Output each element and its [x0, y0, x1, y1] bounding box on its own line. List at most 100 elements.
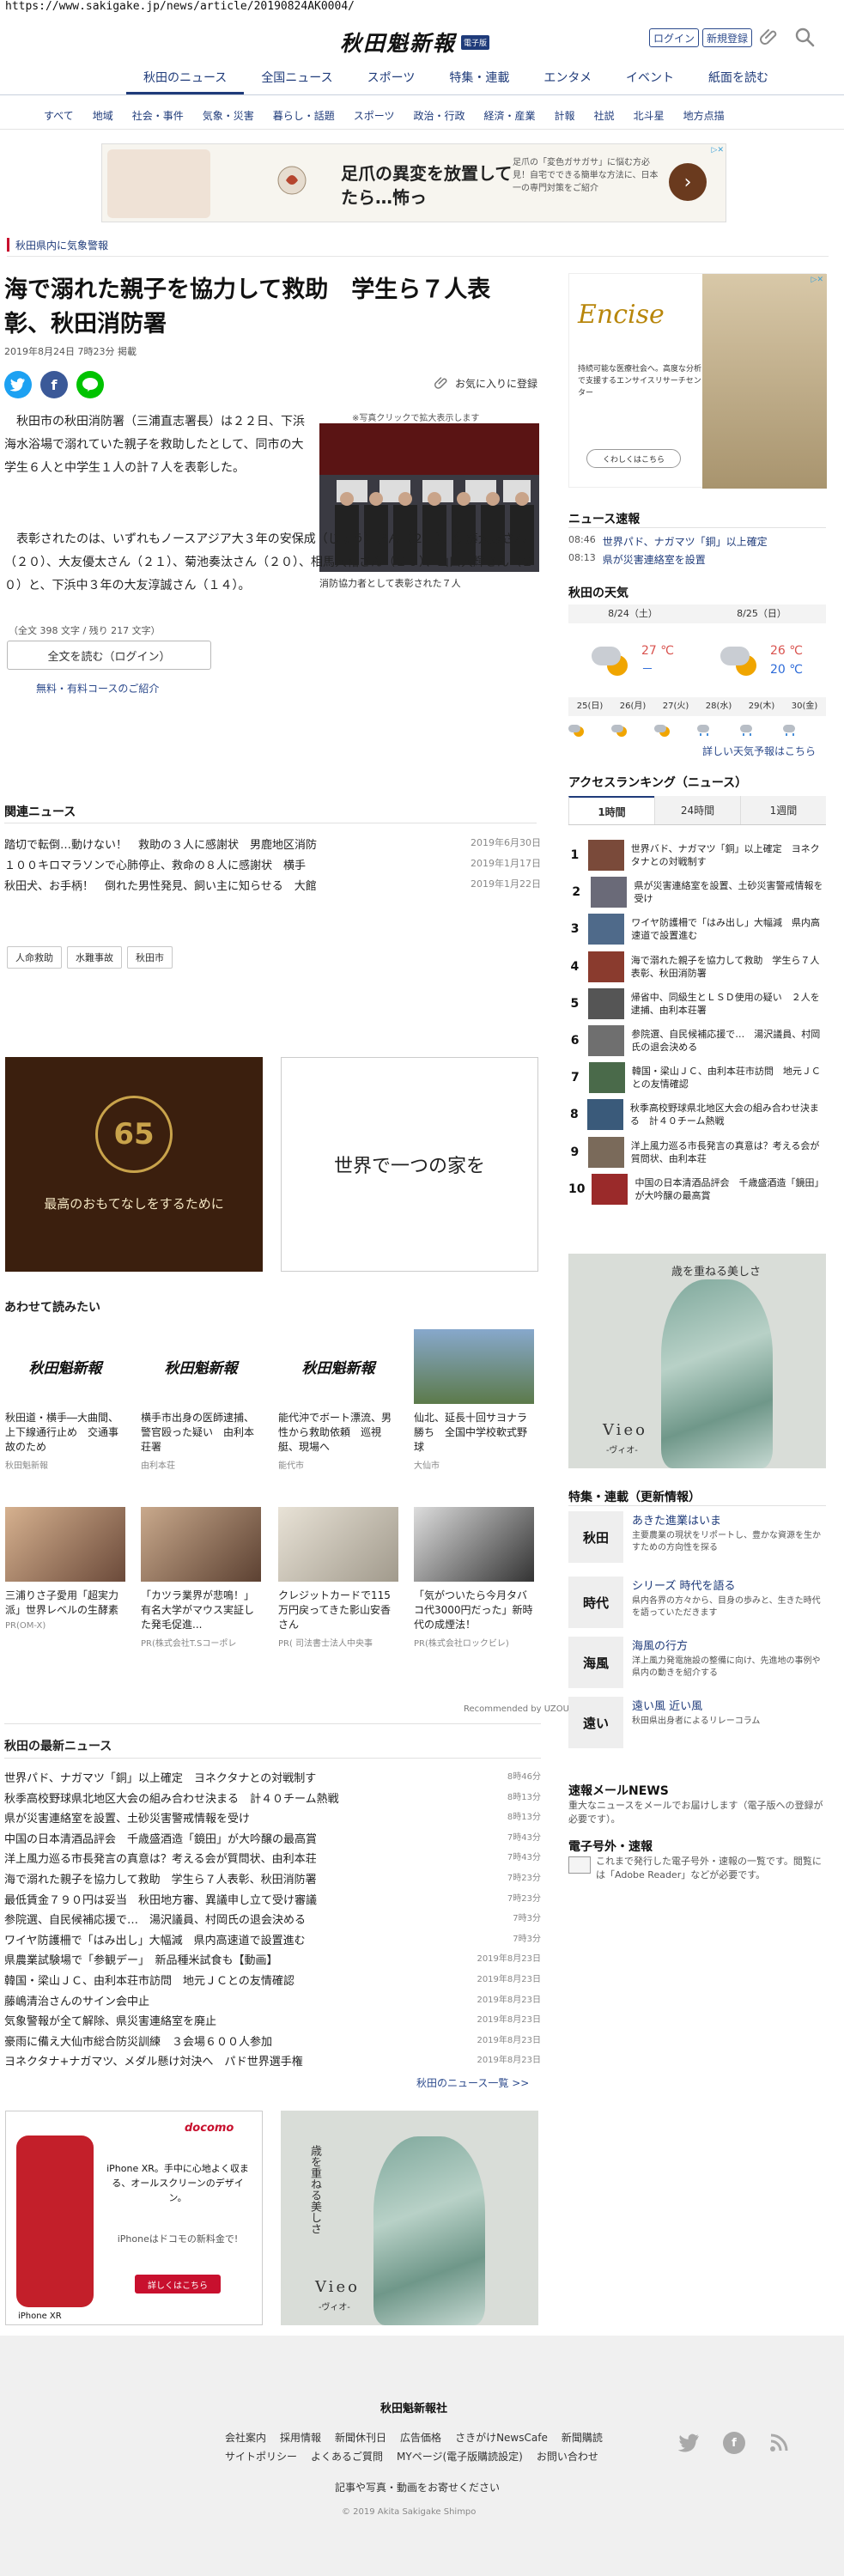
sub-nav-item[interactable]: 政治・行政	[404, 108, 475, 123]
read-full-button[interactable]: 全文を読む（ログイン）	[7, 641, 211, 670]
ad-cta-button[interactable]: 詳しくはこちら	[135, 2275, 221, 2293]
main-nav-events[interactable]: イベント	[609, 62, 691, 94]
latest-news-item[interactable]: 藤嶋清治さんのサイン会中止 2019年8月23日	[4, 1992, 541, 2008]
latest-news-more-link[interactable]: 秋田のニュース一覧 >>	[416, 2075, 529, 2090]
weather-detail-link[interactable]: 詳しい天気予報はこちら	[702, 744, 816, 758]
footer-submit-link[interactable]: 記事や写真・動画をお寄せください	[335, 2480, 500, 2494]
latest-news-item[interactable]: 参院選、自民候補応援で… 湯沢議員、村岡氏の退会決める 7時3分	[4, 1911, 541, 1927]
weather-alert-bar[interactable]: 秋田県内に気象警報	[7, 236, 539, 253]
ranking-tab-1w[interactable]: 1週間	[740, 796, 826, 824]
paperclip-icon[interactable]	[760, 27, 780, 47]
feature-item[interactable]: 秋田 あきた進業はいま 主要農業の現状をリポートし、豊かな資源を生かすための方向性を…	[568, 1511, 826, 1563]
breaking-news-item[interactable]: 08:46 世界パド、ナガマツ「銅」以上確定	[568, 534, 768, 549]
latest-news-item[interactable]: ヨネクタナ+ナガマツ、メダル懸け対決へ パド世界選手権 2019年8月23日	[4, 2052, 541, 2069]
latest-news-item[interactable]: 県が災害連絡室を設置、土砂災害警戒情報を受け 8時13分	[4, 1809, 541, 1826]
ranking-tab-1h[interactable]: 1時間	[568, 796, 654, 824]
suzuki-ad[interactable]: 65 最高のおもてなしをするために	[5, 1057, 263, 1272]
sub-nav-item[interactable]: 気象・災害	[193, 108, 264, 123]
ad-cta-button[interactable]: くわしくはこちら	[586, 449, 681, 468]
sub-nav-item[interactable]: 地方点描	[674, 108, 734, 123]
encise-ad[interactable]: Encise 持続可能な医療社会へ。高度な分析で支援するエンサイスリサーチセンタ…	[568, 273, 827, 489]
rss-icon[interactable]	[768, 2432, 790, 2454]
footer-link[interactable]: さきがけNewsCafe	[455, 2430, 548, 2445]
footer-link[interactable]: 会社案内	[225, 2430, 266, 2445]
latest-news-item[interactable]: ワイヤ防護柵で「はみ出し」大幅減 県内高速道で設置進む 7時3分	[4, 1931, 541, 1947]
ranking-item[interactable]: 6 参院選、自民候補応援で… 湯沢議員、村岡氏の退会決める	[568, 1024, 826, 1058]
ad-choices-icon[interactable]: ▷✕	[712, 146, 724, 155]
tag[interactable]: 秋田市	[127, 946, 173, 969]
main-nav-sports[interactable]: スポーツ	[350, 62, 433, 94]
breaking-news-item[interactable]: 08:13 県が災害連絡室を設置	[568, 552, 706, 567]
sub-nav-item[interactable]: スポーツ	[344, 108, 404, 123]
tag[interactable]: 人命救助	[7, 946, 62, 969]
line-share-button[interactable]	[76, 371, 104, 398]
sub-nav-item[interactable]: すべて	[34, 108, 83, 123]
footer-link[interactable]: 新聞休刊日	[335, 2430, 386, 2445]
ranking-item[interactable]: 9 洋上風力巡る市長発言の真意は？考える会が質問状、由利本荘	[568, 1135, 826, 1170]
sub-nav-item[interactable]: 暮らし・話題	[264, 108, 344, 123]
twitter-share-button[interactable]	[4, 371, 32, 398]
course-info-link[interactable]: 無料・有料コースのご紹介	[36, 681, 159, 696]
alert-text[interactable]: 秋田県内に気象警報	[15, 238, 108, 252]
docomo-iphone-ad[interactable]: docomo iPhone XR。手中に心地よく収まる、オールスクリーンのデザイ…	[5, 2111, 263, 2325]
latest-news-item[interactable]: 世界パド、ナガマツ「銅」以上確定 ヨネクタナとの対戦制す 8時46分	[4, 1769, 541, 1785]
ranking-item[interactable]: 8 秋季高校野球県北地区大会の組み合わせ決まる 計４０チーム熱戦	[568, 1097, 826, 1132]
latest-news-item[interactable]: 気象警報が全て解除、県災害連絡室を廃止 2019年8月23日	[4, 2012, 541, 2028]
ranking-item[interactable]: 10 中国の日本清酒品評会 千歳盛酒造「鏡田」が大吟醸の最高賞	[568, 1172, 826, 1206]
feature-item[interactable]: 時代 シリーズ 時代を語る 県内各界の方々から、目身の歩みと、生きた時代を語っていた…	[568, 1577, 826, 1628]
latest-news-item[interactable]: 韓国・梁山ＪＣ、由利本荘市訪問 地元ＪＣとの友情確認 2019年8月23日	[4, 1971, 541, 1988]
latest-news-item[interactable]: 洋上風力巡る市長発言の真意は？考える会が質問状、由利本荘 7時43分	[4, 1850, 541, 1866]
feature-item[interactable]: 海風 海風の行方 洋上風力発電施設の整備に向け、先進地の事例や県内の動きを紹介する	[568, 1637, 826, 1688]
favorite-button[interactable]: お気に入りに登録	[434, 375, 537, 391]
footer-link[interactable]: 採用情報	[280, 2430, 321, 2445]
sub-nav-item[interactable]: 計報	[545, 108, 585, 123]
footer-link[interactable]: 広告価格	[400, 2430, 441, 2445]
sub-nav-item[interactable]: 地域	[83, 108, 123, 123]
latest-news-item[interactable]: 中国の日本清酒品評会 千歳盛酒造「鏡田」が大吟醸の最高賞 7時43分	[4, 1830, 541, 1846]
extra-edition-title[interactable]: 電子号外・速報	[568, 1838, 653, 1855]
footer-link[interactable]: お問い合わせ	[537, 2449, 598, 2464]
ranking-item[interactable]: 1 世界バド、ナガマツ「銅」以上確定 ヨネクタナとの対戦制す	[568, 838, 826, 872]
login-button[interactable]: ログイン	[649, 28, 699, 47]
footer-link[interactable]: MYページ(電子版購読設定)	[397, 2449, 523, 2464]
recommend-card[interactable]: 仙北、延長十回サヨナラ勝ち 全国中学校軟式野球 大仙市	[414, 1329, 534, 1471]
main-nav-akita[interactable]: 秋田のニュース	[126, 62, 245, 94]
latest-news-item[interactable]: 秋季高校野球県北地区大会の組み合わせ決まる 計４０チーム熱戦 8時13分	[4, 1789, 541, 1806]
related-news-item[interactable]: 秋田犬、お手柄！ 倒れた男性発見、飼い主に知らせる 大館 2019年1月22日	[4, 877, 541, 893]
recommend-card[interactable]: 秋田魁新報 能代沖でボート漂流、男性から救助依頼 巡視艇、現場へ 能代市	[278, 1329, 398, 1471]
vieo-ad[interactable]: 歳を重ねる美しさ Vieo -ヴィオ-	[281, 2111, 538, 2325]
recommend-card[interactable]: 「カツラ業界が悲鳴！」有名大学がマウス実証した発毛促進... PR(株式会社T.…	[141, 1507, 261, 1649]
sub-nav-item[interactable]: 経済・産業	[475, 108, 545, 123]
main-nav-paper[interactable]: 紙面を読む	[691, 62, 786, 94]
ranking-tab-24h[interactable]: 24時間	[654, 796, 740, 824]
recommend-card[interactable]: クレジットカードで115万円戻ってきた影山安香さん PR( 司法書士法人中央事	[278, 1507, 398, 1649]
ad-arrow-icon[interactable]: ›	[669, 163, 707, 201]
recommend-card[interactable]: 三浦りさ子愛用「超実力派」世界レベルの生酵素 PR(OM-X)	[5, 1507, 125, 1631]
twitter-icon[interactable]	[678, 2432, 701, 2454]
banner-ad[interactable]: 足爪の異変を放置してたら…怖っ 足爪の「変色ガサガサ」に悩む方必見！自宅でできる…	[101, 143, 726, 222]
latest-news-item[interactable]: 最低賃金７９０円は妥当 秋田地方審、異議申し立て受け審議 7時23分	[4, 1891, 541, 1907]
search-icon[interactable]	[794, 27, 815, 47]
ad-choices-icon[interactable]: ▷✕	[811, 276, 823, 284]
ranking-item[interactable]: 7 韓国・梁山ＪＣ、由利本荘市訪問 地元ＪＣとの友情確認	[568, 1060, 826, 1095]
feature-item[interactable]: 遠い 遠い風 近い風 秋田県出身者によるリレーコラム	[568, 1697, 826, 1748]
sub-nav-item[interactable]: 北斗星	[624, 108, 674, 123]
site-logo[interactable]: 秋田魁新報 電子版	[340, 27, 493, 57]
main-nav-features[interactable]: 特集・連載	[432, 62, 526, 94]
latest-news-item[interactable]: 海で溺れた親子を協力して救助 学生ら７人表彰、秋田消防署 7時23分	[4, 1870, 541, 1886]
footer-link[interactable]: よくあるご質問	[311, 2449, 383, 2464]
ranking-item[interactable]: 3 ワイヤ防護柵で「はみ出し」大幅減 県内高速道で設置進む	[568, 912, 826, 946]
sub-nav-item[interactable]: 社会・事件	[123, 108, 193, 123]
latest-news-item[interactable]: 県農業試験場で「参観デー」 新品種米試食も【動画】 2019年8月23日	[4, 1951, 541, 1967]
mail-news-title[interactable]: 速報メールNEWS	[568, 1782, 669, 1799]
related-news-item[interactable]: 踏切で転倒…動けない！ 救助の３人に感謝状 男鹿地区消防 2019年6月30日	[4, 835, 541, 852]
ranking-item[interactable]: 4 海で溺れた親子を協力して救助 学生ら７人表彰、秋田消防署	[568, 950, 826, 984]
main-nav-national[interactable]: 全国ニュース	[244, 62, 349, 94]
latest-news-item[interactable]: 豪雨に備え大仙市総合防災訓練 ３会場６００人参加 2019年8月23日	[4, 2032, 541, 2049]
facebook-icon[interactable]: f	[723, 2432, 745, 2454]
recommend-card[interactable]: 秋田魁新報 横手市出身の医師逮捕、警官殴った疑い 由利本荘署 由利本荘	[141, 1329, 261, 1471]
footer-link[interactable]: サイトポリシー	[225, 2449, 297, 2464]
main-nav-entertainment[interactable]: エンタメ	[526, 62, 609, 94]
vieo-side-ad[interactable]: 歳を重ねる美しさ Vieo -ヴィオ-	[568, 1254, 826, 1468]
related-news-item[interactable]: １００キロマラソンで心肺停止、救命の８人に感謝状 横手 2019年1月17日	[4, 856, 541, 872]
